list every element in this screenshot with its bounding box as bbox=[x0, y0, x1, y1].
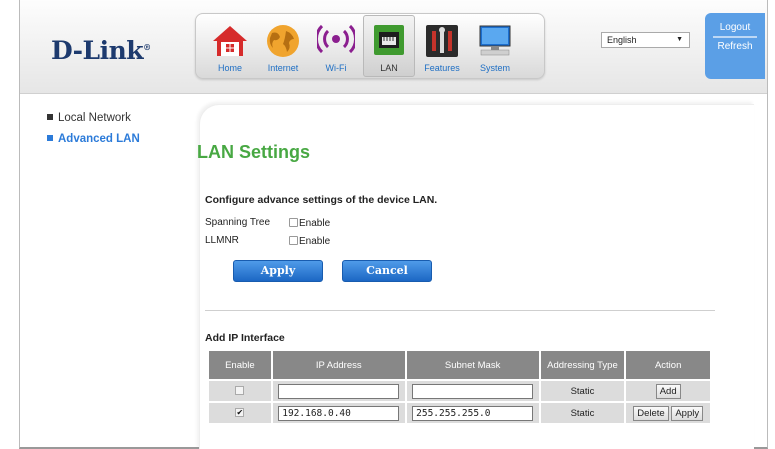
lan-icon bbox=[374, 25, 404, 55]
spanning-tree-enable-label: Enable bbox=[299, 218, 331, 229]
action-cell: Add bbox=[626, 381, 710, 401]
logo-text: D-Link bbox=[51, 36, 144, 65]
subnet-mask-input[interactable] bbox=[412, 383, 534, 399]
nav-internet-label: Internet bbox=[267, 63, 299, 73]
ip-cell bbox=[272, 381, 405, 401]
sidebar-item-local-network[interactable]: Local Network bbox=[47, 112, 207, 124]
header: D-Link® Home Internet Wi-Fi LAN Features… bbox=[20, 0, 767, 94]
dlink-logo: D-Link® bbox=[51, 36, 151, 65]
column-header: IP Address bbox=[272, 351, 405, 379]
addressing-type-cell: Static bbox=[540, 403, 625, 423]
llmnr-enable-label: Enable bbox=[299, 236, 331, 247]
mask-cell: 255.255.255.0 bbox=[406, 403, 539, 423]
column-header: Enable bbox=[209, 351, 271, 379]
ip-address-input[interactable]: 192.168.0.40 bbox=[278, 405, 400, 421]
spanning-tree-checkbox[interactable] bbox=[289, 218, 298, 227]
globe-icon bbox=[267, 25, 299, 57]
nav-system[interactable]: System bbox=[469, 16, 521, 76]
nav-lan[interactable]: LAN bbox=[363, 15, 415, 77]
llmnr-row: LLMNR Enable bbox=[205, 235, 330, 247]
action-cell: Delete Apply bbox=[626, 403, 710, 423]
ip-interface-heading: Add IP Interface bbox=[205, 332, 285, 344]
page-title: LAN Settings bbox=[197, 142, 311, 162]
llmnr-label: LLMNR bbox=[205, 235, 239, 246]
sidebar: Local Network Advanced LAN bbox=[47, 112, 207, 154]
addressing-type-cell: Static bbox=[540, 381, 625, 401]
nav-home-label: Home bbox=[217, 63, 242, 73]
column-header: Subnet Mask bbox=[406, 351, 539, 379]
sidebar-item-label: Local Network bbox=[58, 112, 131, 124]
nav-home[interactable]: Home bbox=[204, 16, 256, 76]
delete-button[interactable]: Delete bbox=[633, 405, 669, 421]
row-enable-checkbox[interactable] bbox=[235, 386, 245, 396]
llmnr-checkbox[interactable] bbox=[289, 236, 298, 245]
nav-wifi[interactable]: Wi-Fi bbox=[310, 16, 362, 76]
nav-internet[interactable]: Internet bbox=[257, 16, 309, 76]
sidebar-item-label: Advanced LAN bbox=[58, 133, 140, 145]
page-description: Configure advance settings of the device… bbox=[205, 194, 438, 206]
ip-address-input[interactable] bbox=[278, 383, 400, 399]
main-navbar: Home Internet Wi-Fi LAN Features System bbox=[195, 13, 545, 79]
ip-interface-table: Enable IP Address Subnet Mask Addressing… bbox=[207, 349, 712, 425]
section-divider bbox=[205, 310, 715, 311]
spanning-tree-row: Spanning Tree Enable bbox=[205, 217, 330, 229]
nav-lan-label: LAN bbox=[380, 63, 398, 73]
home-icon bbox=[213, 26, 247, 56]
wifi-icon bbox=[317, 24, 355, 54]
bullet-icon bbox=[47, 135, 53, 141]
nav-features-label: Features bbox=[424, 63, 460, 73]
nav-features[interactable]: Features bbox=[416, 16, 468, 76]
sidebar-item-advanced-lan[interactable]: Advanced LAN bbox=[47, 133, 207, 145]
nav-system-label: System bbox=[479, 63, 510, 73]
add-button[interactable]: Add bbox=[655, 383, 681, 399]
enable-cell: ✔ bbox=[209, 403, 271, 423]
column-header: Action bbox=[626, 351, 710, 379]
enable-cell bbox=[209, 381, 271, 401]
logout-link[interactable]: Logout bbox=[705, 21, 765, 34]
spanning-tree-label: Spanning Tree bbox=[205, 217, 271, 228]
refresh-link[interactable]: Refresh bbox=[705, 40, 765, 53]
tools-icon bbox=[426, 25, 458, 57]
row-apply-button[interactable]: Apply bbox=[671, 405, 704, 421]
apply-button[interactable]: Apply bbox=[233, 260, 323, 282]
logo-trademark: ® bbox=[143, 42, 151, 52]
bullet-icon bbox=[47, 114, 53, 120]
account-divider bbox=[713, 36, 757, 38]
ip-cell: 192.168.0.40 bbox=[272, 403, 405, 423]
table-header-row: Enable IP Address Subnet Mask Addressing… bbox=[209, 351, 710, 379]
language-select[interactable]: English ▼ bbox=[601, 32, 690, 48]
account-panel: Logout Refresh bbox=[705, 13, 765, 79]
table-row: Static Add bbox=[209, 381, 710, 401]
mask-cell bbox=[406, 381, 539, 401]
language-value: English bbox=[607, 35, 637, 45]
computer-icon bbox=[479, 25, 511, 56]
chevron-down-icon: ▼ bbox=[676, 36, 683, 43]
column-header: Addressing Type bbox=[540, 351, 625, 379]
row-enable-checkbox-checked[interactable]: ✔ bbox=[235, 408, 245, 418]
cancel-button[interactable]: Cancel bbox=[342, 260, 432, 282]
subnet-mask-input[interactable]: 255.255.255.0 bbox=[412, 405, 534, 421]
table-row: ✔ 192.168.0.40 255.255.255.0 Static Dele… bbox=[209, 403, 710, 423]
nav-wifi-label: Wi-Fi bbox=[325, 63, 347, 73]
